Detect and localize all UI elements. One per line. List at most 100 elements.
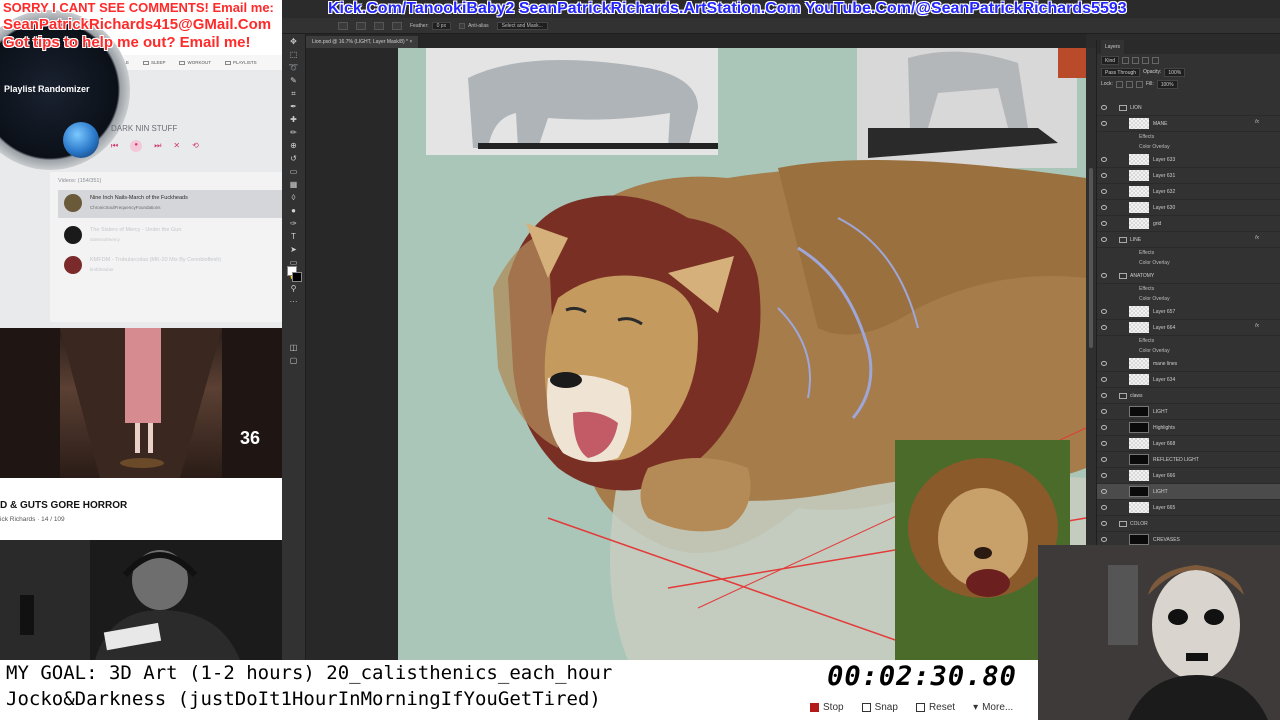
- subtract-selection-button[interactable]: [374, 21, 384, 30]
- layer-row[interactable]: Layer 664 fx: [1097, 320, 1280, 336]
- type-tool-icon[interactable]: T: [287, 232, 301, 242]
- snap-button[interactable]: Snap: [858, 698, 902, 716]
- filter-shape-icon[interactable]: [1152, 56, 1160, 64]
- visibility-eye-icon[interactable]: [1101, 393, 1107, 398]
- visibility-eye-icon[interactable]: [1101, 489, 1107, 494]
- filter-kind-select[interactable]: Kind: [1101, 55, 1120, 65]
- layer-row[interactable]: Layer 665: [1097, 500, 1280, 516]
- layer-fx-badge[interactable]: fx: [1255, 235, 1259, 241]
- more-button[interactable]: ▾ More...: [969, 698, 1017, 716]
- layer-row[interactable]: Layer 634: [1097, 372, 1280, 388]
- document-tab[interactable]: Lion.psd @ 16.7% (LIGHT, Layer Mask/8) *…: [306, 36, 419, 48]
- stop-button[interactable]: Stop: [806, 698, 848, 716]
- previous-icon[interactable]: ⏮: [111, 141, 118, 151]
- layer-row[interactable]: ANATOMY: [1097, 268, 1280, 284]
- layer-fx-badge[interactable]: fx: [1255, 119, 1259, 125]
- layer-row[interactable]: Layer 630: [1097, 200, 1280, 216]
- visibility-eye-icon[interactable]: [1101, 521, 1107, 526]
- visibility-eye-icon[interactable]: [1101, 425, 1107, 430]
- visibility-eye-icon[interactable]: [1101, 441, 1107, 446]
- layer-row[interactable]: REFLECTED LIGHT: [1097, 452, 1280, 468]
- visibility-eye-icon[interactable]: [1101, 173, 1107, 178]
- visibility-eye-icon[interactable]: [1101, 237, 1107, 242]
- repeat-icon[interactable]: ⟲: [192, 141, 199, 151]
- lock-position-icon[interactable]: [1125, 80, 1133, 88]
- visibility-eye-icon[interactable]: [1101, 473, 1107, 478]
- bookmark-item[interactable]: SLEEP: [142, 60, 165, 65]
- layer-row[interactable]: grid: [1097, 216, 1280, 232]
- crop-tool-icon[interactable]: ⌗: [287, 89, 301, 99]
- layer-row[interactable]: mane lines: [1097, 356, 1280, 372]
- layer-row[interactable]: LIGHT: [1097, 484, 1280, 500]
- dodge-tool-icon[interactable]: ●: [287, 206, 301, 216]
- layer-effect-row[interactable]: Effects: [1097, 336, 1280, 346]
- video-item[interactable]: The Sisters of Mercy - Under the Gun Sis…: [58, 222, 282, 250]
- visibility-eye-icon[interactable]: [1101, 537, 1107, 542]
- filter-adjust-icon[interactable]: [1132, 56, 1140, 64]
- layer-effect-row[interactable]: Effects: [1097, 248, 1280, 258]
- visibility-eye-icon[interactable]: [1101, 361, 1107, 366]
- eyedropper-tool-icon[interactable]: ✒: [287, 102, 301, 112]
- quick-mask-icon[interactable]: ◫: [287, 343, 301, 353]
- layers-tab[interactable]: Layers: [1101, 40, 1125, 54]
- antialias-checkbox[interactable]: [459, 22, 466, 29]
- play-pause-icon[interactable]: ●: [130, 140, 143, 152]
- select-and-mask-button[interactable]: Select and Mask...: [496, 21, 548, 30]
- healing-tool-icon[interactable]: ✚: [287, 115, 301, 125]
- layer-effect-row[interactable]: Color Overlay: [1097, 346, 1280, 356]
- layer-row[interactable]: LIGHT: [1097, 404, 1280, 420]
- scrollbar-thumb[interactable]: [1089, 168, 1093, 348]
- visibility-eye-icon[interactable]: [1101, 273, 1107, 278]
- layer-effect-row[interactable]: Effects: [1097, 132, 1280, 142]
- visibility-eye-icon[interactable]: [1101, 205, 1107, 210]
- layer-row[interactable]: LION: [1097, 100, 1280, 116]
- layer-row[interactable]: LINE fx: [1097, 232, 1280, 248]
- new-selection-button[interactable]: [338, 21, 348, 30]
- layer-effect-row[interactable]: Color Overlay: [1097, 294, 1280, 304]
- bookmark-item[interactable]: WORKOUT: [179, 60, 211, 65]
- lock-pixels-icon[interactable]: [1115, 80, 1123, 88]
- history-brush-icon[interactable]: ↺: [287, 154, 301, 164]
- visibility-eye-icon[interactable]: [1101, 105, 1107, 110]
- bookmark-item[interactable]: PLAYLISTS: [224, 60, 257, 65]
- visibility-eye-icon[interactable]: [1101, 221, 1107, 226]
- move-tool-icon[interactable]: ✥: [287, 37, 301, 47]
- reset-button[interactable]: Reset: [912, 698, 959, 716]
- opacity-input[interactable]: 100%: [1164, 67, 1186, 77]
- add-selection-button[interactable]: [356, 21, 366, 30]
- marquee-tool-icon[interactable]: ⬚: [287, 50, 301, 60]
- blur-tool-icon[interactable]: ◊: [287, 193, 301, 203]
- layer-row[interactable]: Layer 631: [1097, 168, 1280, 184]
- layer-effect-row[interactable]: Color Overlay: [1097, 258, 1280, 268]
- layer-row[interactable]: Layer 632: [1097, 184, 1280, 200]
- visibility-eye-icon[interactable]: [1101, 457, 1107, 462]
- layer-row[interactable]: COLOR: [1097, 516, 1280, 532]
- path-select-tool-icon[interactable]: ➤: [287, 245, 301, 255]
- layer-row[interactable]: Layer 668: [1097, 436, 1280, 452]
- filter-type-icon[interactable]: [1142, 56, 1150, 64]
- blend-mode-select[interactable]: Pass Through: [1101, 67, 1141, 77]
- visibility-eye-icon[interactable]: [1101, 157, 1107, 162]
- layer-row[interactable]: Highlights: [1097, 420, 1280, 436]
- video-preview[interactable]: 36: [0, 328, 282, 478]
- layer-row[interactable]: MANE fx: [1097, 116, 1280, 132]
- visibility-eye-icon[interactable]: [1101, 325, 1107, 330]
- layer-effect-row[interactable]: Color Overlay: [1097, 142, 1280, 152]
- lock-all-icon[interactable]: [1135, 80, 1143, 88]
- document-canvas[interactable]: [398, 48, 1086, 660]
- visibility-eye-icon[interactable]: [1101, 505, 1107, 510]
- layer-row[interactable]: Layer 666: [1097, 468, 1280, 484]
- visibility-eye-icon[interactable]: [1101, 309, 1107, 314]
- close-tab-icon[interactable]: ×: [409, 39, 412, 45]
- more-tools-icon[interactable]: ···: [287, 297, 301, 307]
- zoom-tool-icon[interactable]: ⚲: [287, 284, 301, 294]
- intersect-selection-button[interactable]: [392, 21, 402, 30]
- stamp-tool-icon[interactable]: ⊕: [287, 141, 301, 151]
- antialias-option[interactable]: Anti-alias: [459, 22, 489, 29]
- visibility-eye-icon[interactable]: [1101, 189, 1107, 194]
- background-color-swatch[interactable]: [292, 272, 302, 282]
- filter-pixel-icon[interactable]: [1122, 56, 1130, 64]
- layer-row[interactable]: Layer 633: [1097, 152, 1280, 168]
- lasso-tool-icon[interactable]: ➰: [287, 63, 301, 73]
- shuffle-icon[interactable]: ✕: [173, 141, 180, 151]
